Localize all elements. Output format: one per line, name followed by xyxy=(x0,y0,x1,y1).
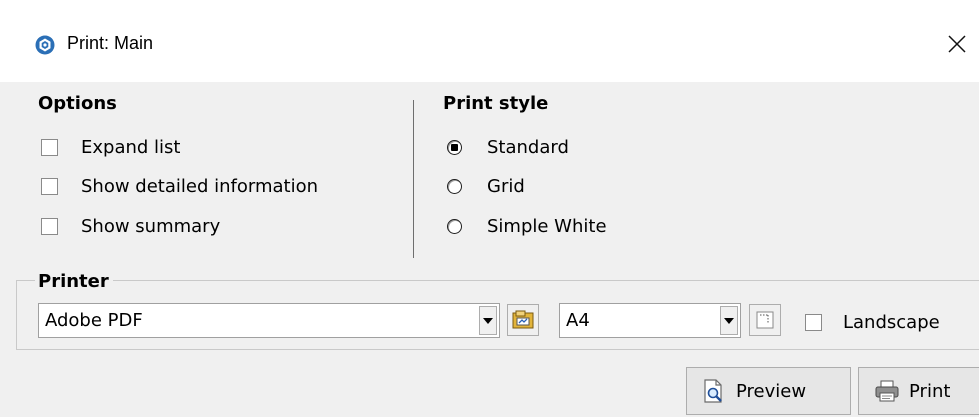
paper-size-dropdown-button[interactable] xyxy=(720,306,738,335)
options-title: Options xyxy=(38,93,117,114)
print-label: Print xyxy=(909,380,951,402)
show-detailed-information-option[interactable]: Show detailed information xyxy=(41,176,318,197)
close-icon xyxy=(947,35,966,53)
grid-style-option[interactable]: Grid xyxy=(447,176,525,197)
magnifier-page-icon xyxy=(704,379,722,403)
show-detailed-information-label: Show detailed information xyxy=(81,176,318,197)
show-summary-option[interactable]: Show summary xyxy=(41,216,220,237)
standard-radio[interactable] xyxy=(447,140,462,155)
expand-list-option[interactable]: Expand list xyxy=(41,137,180,158)
printer-properties-button[interactable] xyxy=(507,304,539,336)
show-detailed-information-checkbox[interactable] xyxy=(41,178,58,195)
standard-style-option[interactable]: Standard xyxy=(447,137,569,158)
printer-dropdown-button[interactable] xyxy=(479,306,497,335)
preview-button[interactable]: Preview xyxy=(686,367,851,415)
show-summary-label: Show summary xyxy=(81,216,221,237)
printer-properties-icon xyxy=(512,310,534,329)
expand-list-checkbox[interactable] xyxy=(41,139,58,156)
landscape-checkbox[interactable] xyxy=(805,314,822,331)
section-divider xyxy=(413,100,414,258)
paper-size-select[interactable]: A4 xyxy=(559,303,741,338)
show-summary-checkbox[interactable] xyxy=(41,218,58,235)
grid-radio[interactable] xyxy=(447,179,462,194)
simple-white-label: Simple White xyxy=(487,216,607,237)
window-title: Print: Main xyxy=(67,33,154,53)
print-dialog: Print: Main Options Expand list Show det… xyxy=(0,0,979,417)
printer-title: Printer xyxy=(35,271,113,292)
landscape-option[interactable]: Landscape xyxy=(805,312,940,333)
dropdown-arrow-icon xyxy=(483,317,493,324)
grid-label: Grid xyxy=(487,176,525,197)
print-button[interactable]: Print xyxy=(858,367,979,415)
printer-select[interactable]: Adobe PDF xyxy=(38,303,500,338)
print-style-title: Print style xyxy=(443,93,549,114)
expand-list-label: Expand list xyxy=(81,137,181,158)
simple-white-radio[interactable] xyxy=(447,219,462,234)
preview-label: Preview xyxy=(736,380,807,402)
title-bar: Print: Main xyxy=(0,0,979,82)
printer-select-value: Adobe PDF xyxy=(45,310,143,331)
page-setup-button[interactable] xyxy=(749,304,781,336)
simple-white-style-option[interactable]: Simple White xyxy=(447,216,607,237)
dropdown-arrow-icon xyxy=(724,317,734,324)
close-button[interactable] xyxy=(934,22,979,66)
page-setup-icon xyxy=(756,311,774,329)
paper-size-value: A4 xyxy=(566,310,590,331)
landscape-label: Landscape xyxy=(843,312,940,333)
printer-icon xyxy=(875,380,899,402)
standard-label: Standard xyxy=(487,137,569,158)
app-hex-icon xyxy=(35,35,55,55)
